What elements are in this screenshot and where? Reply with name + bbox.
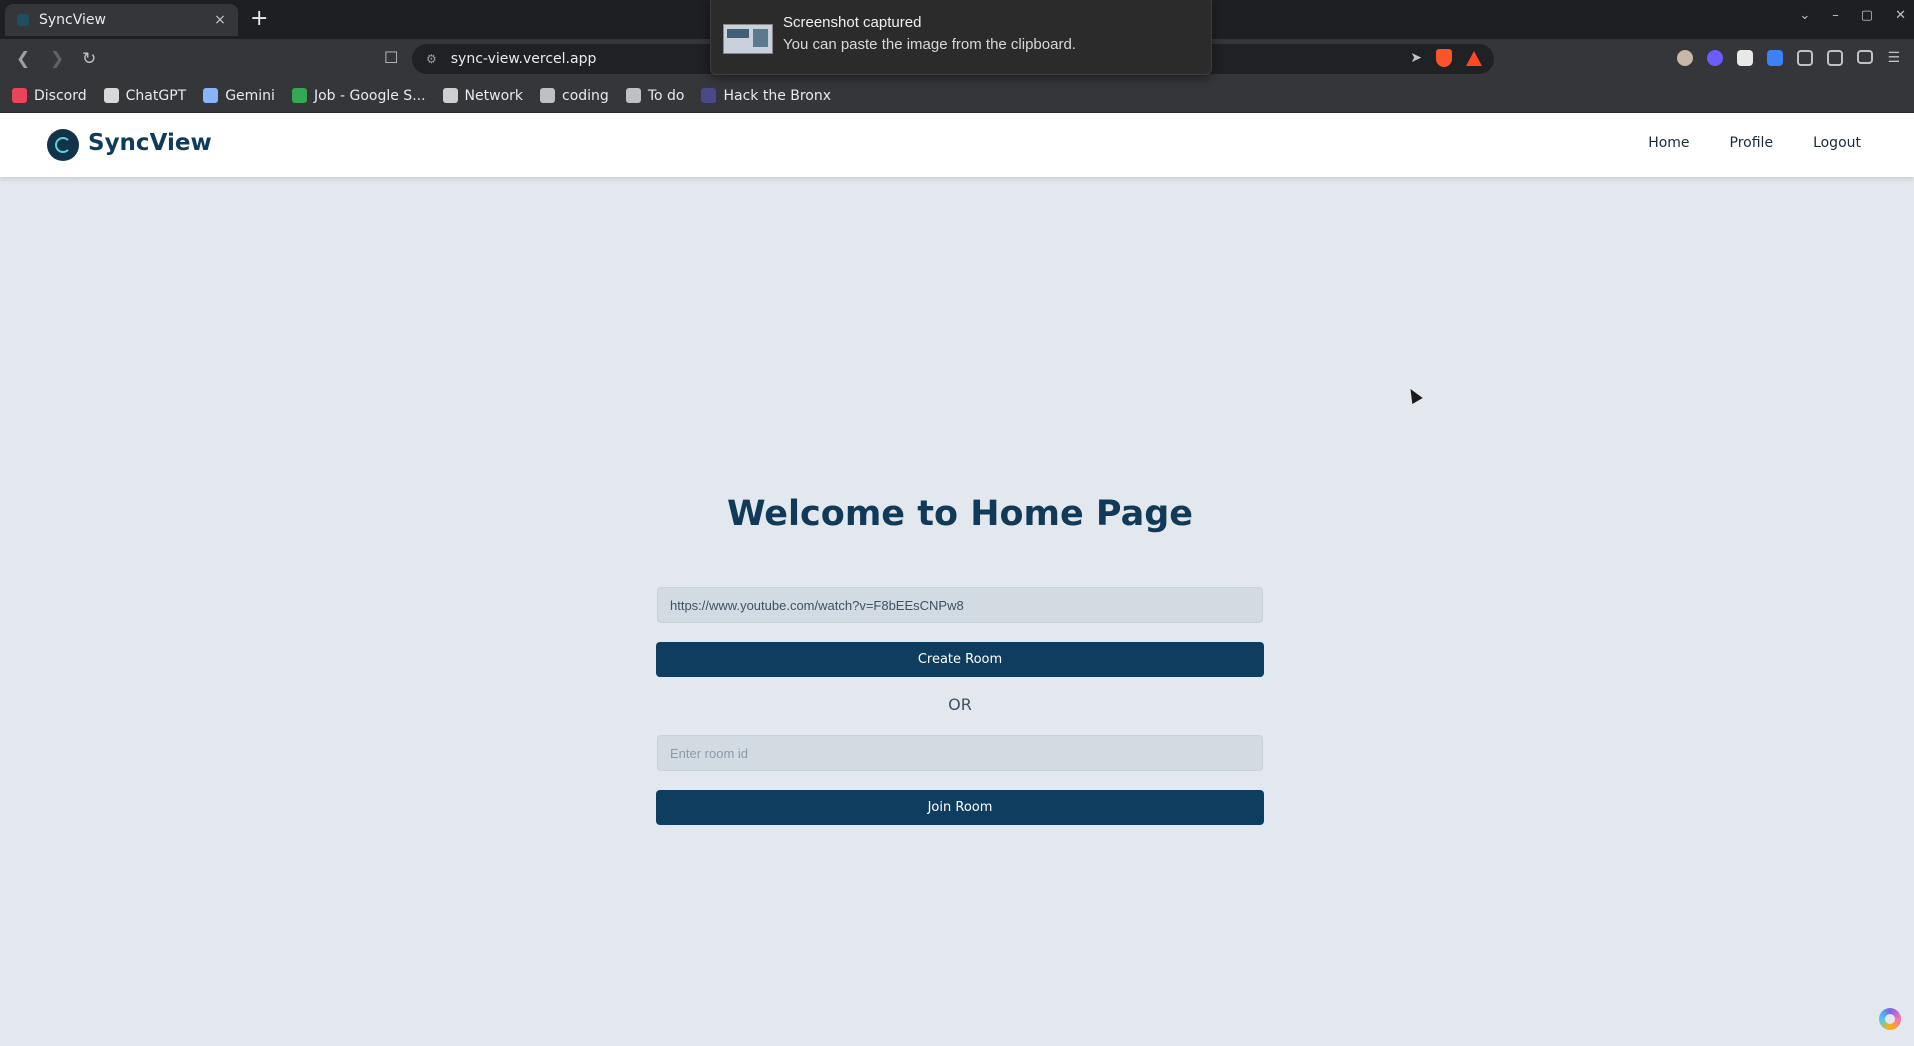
bookmark-label: Job - Google S... bbox=[313, 87, 426, 104]
tab-title: SyncView bbox=[39, 12, 106, 28]
bookmark-label: Network bbox=[464, 87, 524, 104]
room-id-input[interactable] bbox=[657, 735, 1263, 771]
bookmark-label: ChatGPT bbox=[125, 87, 187, 104]
forward-icon[interactable]: ❯ bbox=[50, 49, 64, 69]
discord-icon bbox=[12, 88, 27, 103]
window-controls: ⌄ – ▢ ✕ bbox=[1799, 8, 1906, 23]
bookmark-item[interactable]: ChatGPT bbox=[103, 87, 187, 104]
network-icon bbox=[442, 88, 458, 103]
nav-link-logout[interactable]: Logout bbox=[1813, 135, 1861, 151]
bookmark-item[interactable]: Gemini bbox=[203, 88, 275, 104]
extensions-puzzle-icon[interactable] bbox=[1797, 50, 1814, 66]
menu-icon[interactable]: ☰ bbox=[1887, 50, 1900, 66]
bookmark-item[interactable]: Network bbox=[442, 87, 524, 104]
extension-blue-icon[interactable] bbox=[1767, 50, 1784, 66]
brave-rewards-icon[interactable] bbox=[1466, 50, 1482, 66]
bookmark-icon[interactable]: ☐ bbox=[384, 48, 398, 67]
chatgpt-icon bbox=[103, 88, 119, 103]
bookmark-label: Hack the Bronx bbox=[723, 87, 832, 104]
tab-search-icon[interactable]: ⌄ bbox=[1799, 8, 1810, 23]
clickup-widget-icon[interactable] bbox=[1879, 1008, 1901, 1030]
nav-link-profile[interactable]: Profile bbox=[1730, 135, 1774, 151]
nav-links: Home Profile Logout bbox=[1648, 135, 1861, 151]
bookmark-item[interactable]: Job - Google S... bbox=[291, 87, 426, 104]
close-window-icon[interactable]: ✕ bbox=[1895, 8, 1906, 23]
reload-icon[interactable]: ↻ bbox=[82, 49, 96, 69]
screenshot-notification[interactable]: Screenshot captured You can paste the im… bbox=[710, 0, 1212, 75]
mouse-cursor-icon bbox=[1405, 385, 1423, 405]
bookmarks-bar: Discord ChatGPT Gemini Job - Google S... Net… bbox=[0, 79, 1914, 113]
bookmark-label: coding bbox=[562, 87, 609, 104]
screenshot-thumbnail bbox=[723, 24, 773, 54]
bookmark-item[interactable]: Hack the Bronx bbox=[701, 88, 831, 104]
wallet-icon[interactable] bbox=[1857, 50, 1874, 64]
close-tab-icon[interactable]: × bbox=[208, 12, 232, 28]
notification-body: You can paste the image from the clipboa… bbox=[783, 36, 1076, 53]
brave-shields-icon[interactable] bbox=[1436, 49, 1452, 67]
minimize-icon[interactable]: – bbox=[1832, 8, 1839, 23]
extension-white-icon[interactable] bbox=[1737, 50, 1754, 66]
google-sheets-icon bbox=[291, 88, 307, 103]
syncview-favicon-icon bbox=[17, 14, 29, 26]
syncview-logo-icon[interactable] bbox=[47, 129, 79, 161]
create-room-button[interactable]: Create Room bbox=[656, 642, 1264, 677]
folder-icon bbox=[540, 88, 556, 103]
bookmark-label: Gemini bbox=[225, 87, 275, 104]
notification-title: Screenshot captured bbox=[783, 14, 922, 31]
maximize-icon[interactable]: ▢ bbox=[1861, 8, 1873, 23]
gemini-icon bbox=[203, 88, 219, 103]
hack-the-bronx-icon bbox=[701, 88, 717, 103]
sidebar-icon[interactable] bbox=[1827, 50, 1844, 66]
join-room-button[interactable]: Join Room bbox=[656, 790, 1264, 825]
bookmark-label: Discord bbox=[34, 87, 87, 104]
url-text: sync-view.vercel.app bbox=[450, 51, 597, 67]
folder-icon bbox=[625, 88, 641, 103]
video-url-input[interactable] bbox=[657, 587, 1263, 623]
site-info-icon[interactable]: ⚙ bbox=[426, 52, 437, 66]
page-title: Welcome to Home Page bbox=[726, 494, 1194, 534]
bookmark-item[interactable]: To do bbox=[625, 87, 685, 104]
extension-drop-icon[interactable] bbox=[1707, 50, 1724, 66]
extension-avatar-icon[interactable] bbox=[1677, 50, 1694, 66]
brand-name[interactable]: SyncView bbox=[88, 130, 212, 156]
extension-icons: ☰ bbox=[1677, 50, 1900, 66]
bookmark-label: To do bbox=[647, 87, 685, 104]
or-divider: OR bbox=[948, 695, 972, 714]
back-icon[interactable]: ❮ bbox=[16, 49, 30, 69]
new-tab-button[interactable]: + bbox=[250, 6, 268, 32]
app-navbar: SyncView Home Profile Logout bbox=[0, 113, 1914, 177]
share-icon[interactable]: ➤ bbox=[1410, 50, 1422, 66]
bookmark-item[interactable]: coding bbox=[540, 88, 609, 104]
tab-syncview[interactable]: SyncView × bbox=[5, 4, 238, 36]
nav-link-home[interactable]: Home bbox=[1648, 135, 1689, 151]
bookmark-item[interactable]: Discord bbox=[12, 88, 87, 104]
